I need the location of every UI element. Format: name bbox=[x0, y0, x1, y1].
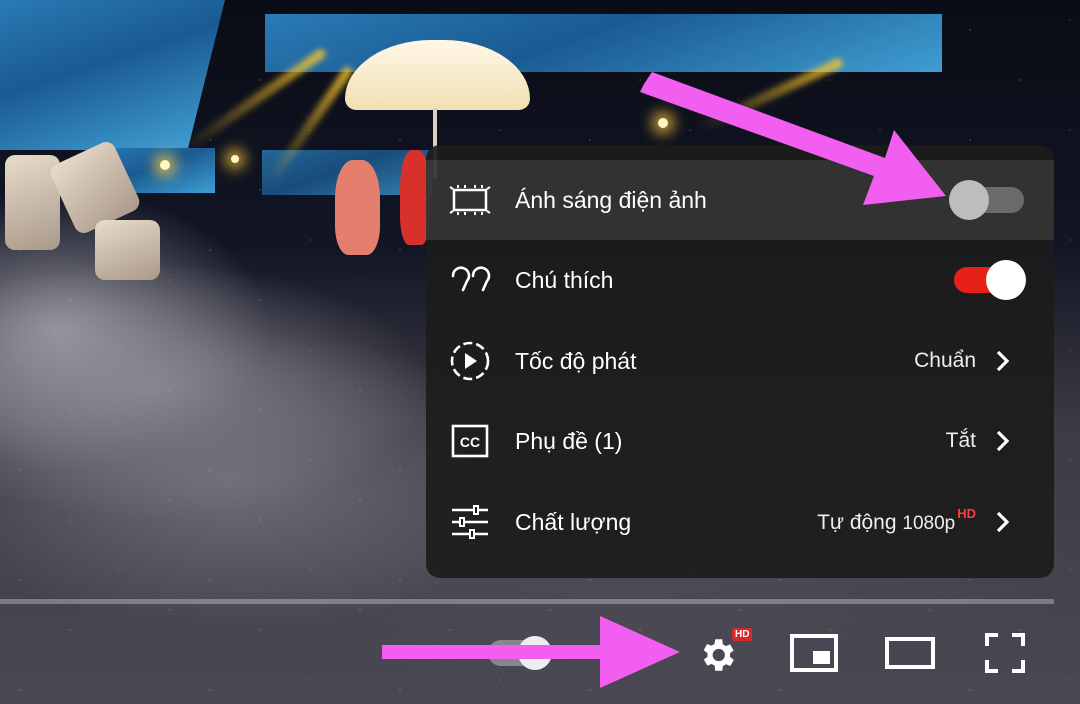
menu-item-label: Phụ đề (1) bbox=[515, 427, 623, 454]
playback-speed-icon bbox=[448, 339, 492, 383]
autoplay-toggle-knob bbox=[518, 636, 552, 670]
toggle-knob bbox=[949, 180, 989, 220]
toggle-knob bbox=[986, 260, 1026, 300]
menu-item-label: Chất lượng bbox=[515, 508, 632, 535]
cc-icon: CC bbox=[448, 419, 492, 463]
theater-mode-icon bbox=[885, 637, 935, 669]
fullscreen-icon bbox=[985, 633, 1025, 673]
menu-item-subtitles[interactable]: CC Phụ đề (1) Tắt bbox=[426, 401, 1054, 481]
annotations-toggle[interactable] bbox=[954, 260, 1026, 300]
menu-item-annotations[interactable]: Chú thích bbox=[426, 240, 1054, 320]
progress-bar[interactable] bbox=[0, 599, 1054, 604]
chevron-right-icon bbox=[996, 511, 1010, 533]
menu-item-value: Tự động 1080p HD bbox=[817, 506, 976, 535]
quality-mode: Tự động bbox=[817, 511, 897, 534]
menu-item-label: Tốc độ phát bbox=[515, 347, 637, 374]
chevron-right-icon bbox=[996, 350, 1010, 372]
miniplayer-icon bbox=[790, 634, 838, 672]
stage-spotlight bbox=[231, 155, 239, 163]
miniplayer-button[interactable] bbox=[787, 630, 841, 676]
menu-item-label: Chú thích bbox=[515, 266, 614, 293]
quality-hd-badge: HD bbox=[957, 506, 976, 521]
annotations-quote-icon bbox=[448, 258, 492, 302]
stage-spotlight bbox=[160, 160, 170, 170]
menu-item-quality[interactable]: Chất lượng Tự động 1080p HD bbox=[426, 482, 1054, 562]
settings-menu: Ánh sáng điện ảnh Chú thích Tốc độ phát … bbox=[426, 145, 1054, 578]
stage-prop-rock bbox=[95, 220, 160, 280]
performer bbox=[335, 160, 380, 255]
led-screen bbox=[0, 0, 225, 150]
svg-text:CC: CC bbox=[460, 434, 480, 450]
sliders-icon bbox=[448, 500, 492, 544]
menu-item-playback-speed[interactable]: Tốc độ phát Chuẩn bbox=[426, 321, 1054, 401]
stage-spotlight bbox=[658, 118, 668, 128]
ambient-mode-icon bbox=[448, 178, 492, 222]
quality-resolution: 1080p bbox=[902, 513, 956, 534]
chevron-right-icon bbox=[996, 430, 1010, 452]
ambient-mode-toggle[interactable] bbox=[949, 180, 1024, 220]
menu-item-ambient-mode[interactable]: Ánh sáng điện ảnh bbox=[426, 160, 1054, 240]
menu-item-label: Ánh sáng điện ảnh bbox=[515, 186, 707, 213]
fullscreen-button[interactable] bbox=[982, 630, 1028, 676]
settings-hd-badge: HD bbox=[732, 628, 753, 641]
menu-item-value: Chuẩn bbox=[914, 349, 976, 372]
theater-mode-button[interactable] bbox=[882, 632, 938, 674]
menu-item-value: Tắt bbox=[945, 429, 976, 452]
